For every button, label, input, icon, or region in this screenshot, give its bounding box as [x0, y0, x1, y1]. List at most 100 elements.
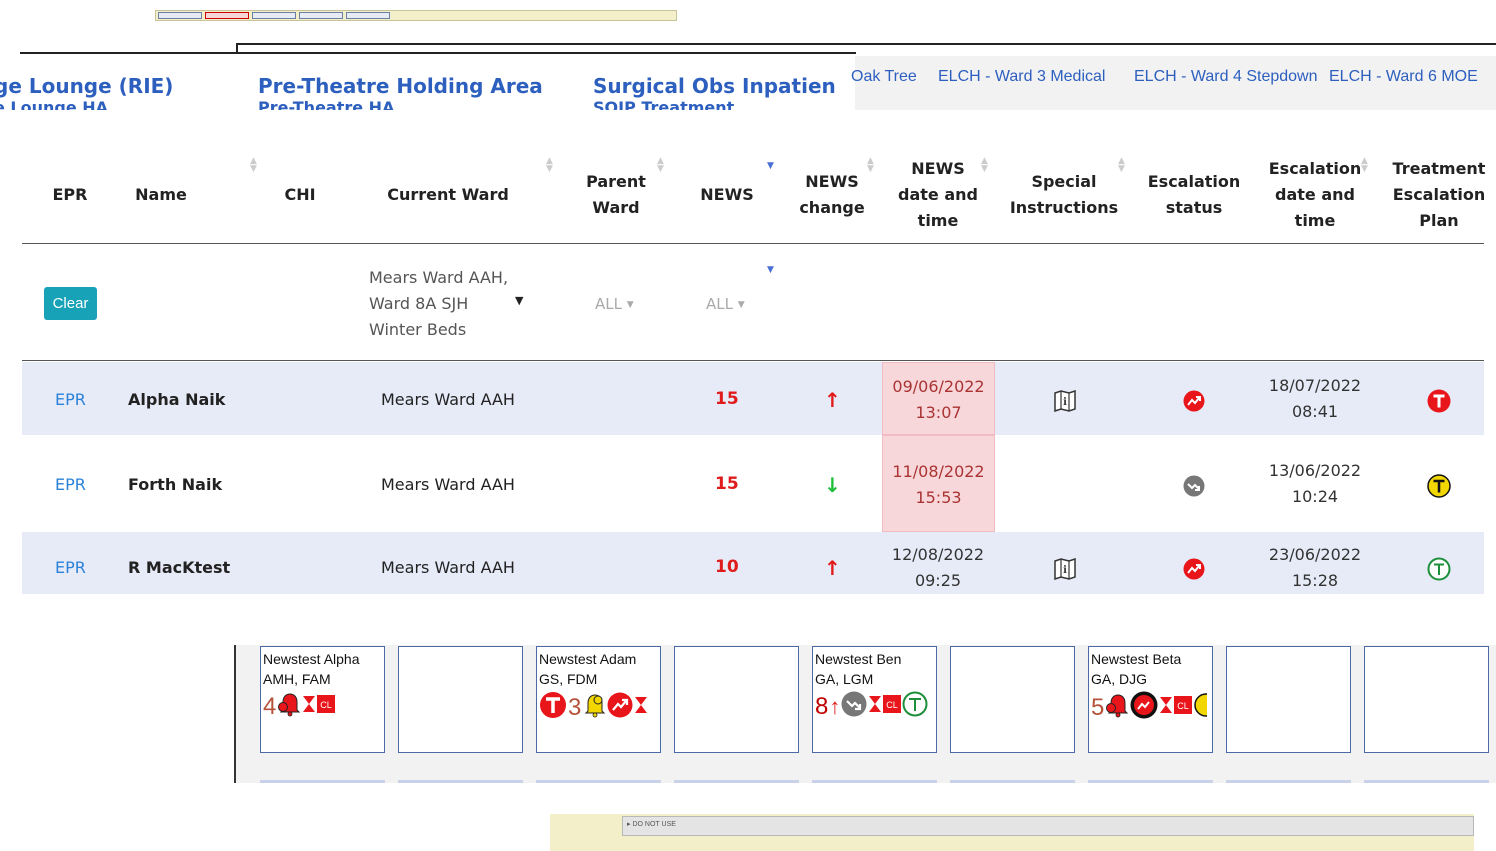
current-ward: Mears Ward AAH [381, 558, 515, 577]
col-header-parent-ward[interactable]: Parent Ward [566, 150, 666, 240]
col-header-news[interactable]: NEWS [682, 150, 772, 240]
ward-link-lounge[interactable]: ge Lounge (RIE) [0, 74, 173, 98]
sort-desc-icon[interactable]: ▼ [767, 162, 774, 171]
top-tab[interactable] [252, 12, 296, 19]
top-tab-strip [155, 10, 677, 21]
ward-link-elch-ward-3[interactable]: ELCH - Ward 3 Medical [938, 68, 1105, 86]
news-date-time-overdue: 11/08/2022 15:53 [882, 435, 995, 532]
treatment-plan-red-icon[interactable] [1427, 389, 1451, 417]
sort-icon[interactable]: ▲ ▼ [1118, 157, 1125, 174]
bed-card[interactable]: Newstest Adam GS, FDM 3 [536, 646, 661, 753]
clear-filters-button[interactable]: Clear [44, 287, 97, 320]
top-tab[interactable] [346, 12, 390, 19]
svg-text:i: i [1063, 397, 1067, 408]
escalation-date-time: 23/06/2022 15:28 [1268, 545, 1362, 590]
sort-icon[interactable]: ▲ ▼ [657, 157, 664, 174]
col-header-name[interactable]: Name [110, 150, 212, 240]
escalation-trend-grey-icon [841, 691, 867, 722]
news-score: 8 [815, 692, 829, 720]
patient-name[interactable]: R MacKtest [128, 558, 230, 577]
ward-sub-pre-theatre: Pre-Theatre HA [258, 98, 395, 110]
news-date-time-overdue: 09/06/2022 13:07 [882, 362, 995, 435]
treatment-plan-green-icon [902, 691, 928, 722]
news-score: 15 [715, 389, 739, 409]
bed-card-empty[interactable] [674, 646, 799, 753]
bed-card-empty[interactable] [1226, 646, 1351, 753]
bell-warning-icon [582, 692, 606, 723]
col-header-special-instructions[interactable]: Special Instructions [1004, 150, 1124, 240]
ward-header-right: Oak Tree ELCH - Ward 3 Medical ELCH - Wa… [851, 56, 1496, 110]
bed-card-empty[interactable] [950, 646, 1075, 753]
parent-ward-filter[interactable]: ALL ▼ [595, 295, 634, 313]
ward-link-elch-ward-6[interactable]: ELCH - Ward 6 MOE [1329, 68, 1478, 86]
escalation-date-time: 13/06/2022 10:24 [1268, 461, 1362, 506]
patient-name[interactable]: Alpha Naik [128, 390, 225, 409]
news-filter[interactable]: ALL ▼ [706, 295, 745, 313]
ward-link-oak-tree[interactable]: Oak Tree [851, 68, 917, 86]
epr-link[interactable]: EPR [55, 558, 86, 577]
current-ward-filter[interactable]: Mears Ward AAH, Ward 8A SJH Winter Beds [369, 265, 508, 343]
arrow-up-icon: ↑ [824, 556, 841, 580]
epr-link[interactable]: EPR [55, 390, 86, 409]
bed-card[interactable]: Newstest Alpha AMH, FAM 4 CL [260, 646, 385, 753]
escalation-trend-red-icon[interactable] [1183, 390, 1205, 416]
escalation-trend-red-icon[interactable] [1183, 558, 1205, 584]
news-score: 5 [1091, 693, 1105, 721]
sort-icon[interactable]: ▲ ▼ [546, 157, 553, 174]
bed-card-empty[interactable] [1364, 646, 1489, 753]
arrow-up-icon: ↑ [829, 693, 841, 719]
do-not-use-bar[interactable]: ▸ DO NOT USE [622, 816, 1474, 836]
treatment-plan-red-icon [539, 691, 567, 724]
special-instructions-icon[interactable]: i [1053, 557, 1077, 584]
sort-icon[interactable]: ▲ ▼ [867, 157, 874, 174]
divider [260, 780, 1496, 783]
special-instructions-icon[interactable]: i [1053, 389, 1077, 416]
bell-alert-icon [277, 691, 301, 722]
sort-icon[interactable]: ▲ ▼ [250, 157, 257, 174]
escalation-trend-black-icon [1130, 691, 1158, 724]
divider [236, 43, 238, 53]
col-header-news-date-time[interactable]: NEWS date and time [886, 150, 990, 240]
hourglass-icon [634, 696, 648, 719]
svg-text:CL: CL [1178, 701, 1190, 711]
ward-sub-lounge: e Lounge HA [0, 98, 109, 110]
treatment-plan-yellow-icon[interactable] [1427, 474, 1451, 502]
cl-badge-icon: CL [1174, 696, 1193, 719]
arrow-down-icon: ↓ [824, 473, 841, 497]
epr-link[interactable]: EPR [55, 475, 86, 494]
treatment-plan-yellow-icon [1193, 692, 1212, 723]
filter-sort-icon[interactable]: ▼ [767, 265, 774, 275]
col-header-treatment-escalation-plan[interactable]: Treatment Escalation Plan [1390, 150, 1488, 240]
news-score: 10 [715, 557, 739, 577]
top-tab-active[interactable] [205, 12, 249, 19]
escalation-trend-red-icon [607, 692, 633, 723]
bed-card-empty[interactable] [398, 646, 523, 753]
bed-card[interactable]: Newstest Ben GA, LGM 8 ↑ CL [812, 646, 937, 753]
ward-link-surgical-obs[interactable]: Surgical Obs Inpatien [593, 74, 836, 98]
hourglass-icon [302, 695, 316, 718]
treatment-plan-green-icon[interactable] [1427, 557, 1451, 585]
chevron-down-icon[interactable]: ▼ [515, 294, 523, 307]
sort-icon[interactable]: ▲ ▼ [1361, 157, 1368, 174]
top-tab[interactable] [158, 12, 202, 19]
escalation-trend-grey-icon[interactable] [1183, 475, 1205, 501]
ward-link-pre-theatre[interactable]: Pre-Theatre Holding Area [258, 74, 543, 98]
svg-text:CL: CL [321, 700, 333, 710]
col-header-escalation-date-time[interactable]: Escalation date and time [1262, 150, 1368, 240]
bell-alert-icon [1105, 692, 1129, 723]
ward-link-elch-ward-4[interactable]: ELCH - Ward 4 Stepdown [1134, 68, 1317, 86]
ward-header-left: ge Lounge (RIE) e Lounge HA Pre-Theatre … [0, 56, 855, 110]
col-header-chi[interactable]: CHI [262, 150, 338, 240]
escalation-date-time: 18/07/2022 08:41 [1268, 376, 1362, 421]
col-header-escalation-status[interactable]: Escalation status [1140, 150, 1248, 240]
svg-text:i: i [1063, 565, 1067, 576]
top-tab[interactable] [299, 12, 343, 19]
patient-name[interactable]: Forth Naik [128, 475, 222, 494]
cl-badge-icon: CL [883, 695, 902, 718]
bed-card[interactable]: Newstest Beta GA, DJG 5 CL [1088, 646, 1213, 753]
sort-icon[interactable]: ▲ ▼ [981, 157, 988, 174]
arrow-up-icon: ↑ [824, 388, 841, 412]
ward-sub-surgical-obs: SOIP Treatment [593, 98, 735, 110]
col-header-epr[interactable]: EPR [30, 150, 110, 240]
col-header-current-ward[interactable]: Current Ward [350, 150, 546, 240]
